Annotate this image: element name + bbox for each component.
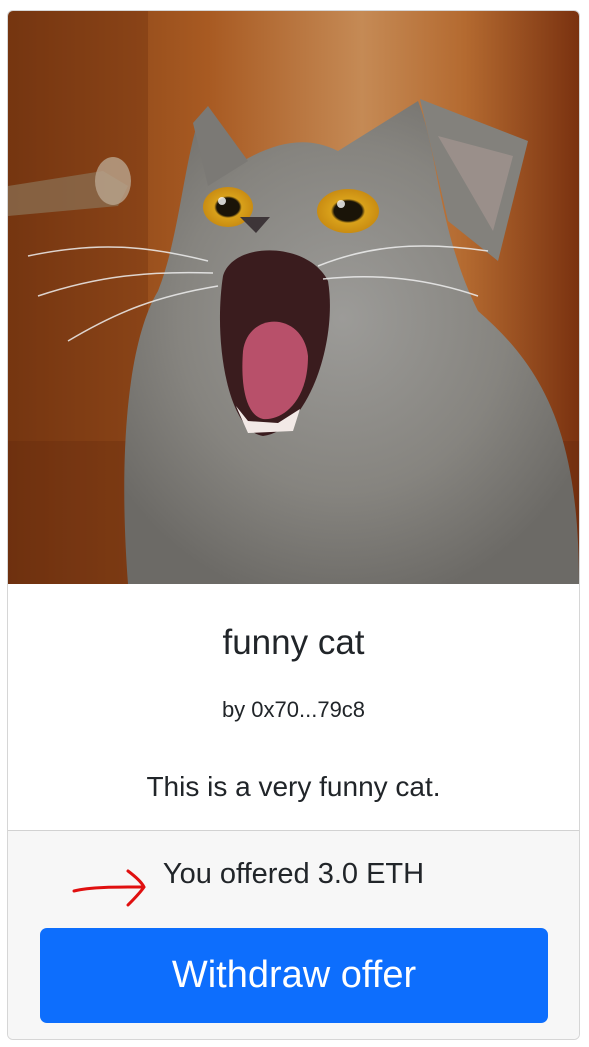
nft-creator: by 0x70...79c8 [221, 697, 366, 722]
offer-status: You offered 3.0 ETH [162, 858, 425, 890]
card-footer: You offered 3.0 ETH Withdraw offer [8, 830, 579, 1039]
withdraw-offer-button[interactable]: Withdraw offer [40, 928, 548, 1023]
nft-image [8, 11, 579, 584]
nft-title: funny cat [222, 623, 365, 662]
nft-card: funny cat by 0x70...79c8 This is a very … [7, 10, 580, 1040]
nft-description: This is a very funny cat. [146, 771, 441, 802]
card-body: funny cat by 0x70...79c8 This is a very … [8, 584, 579, 830]
